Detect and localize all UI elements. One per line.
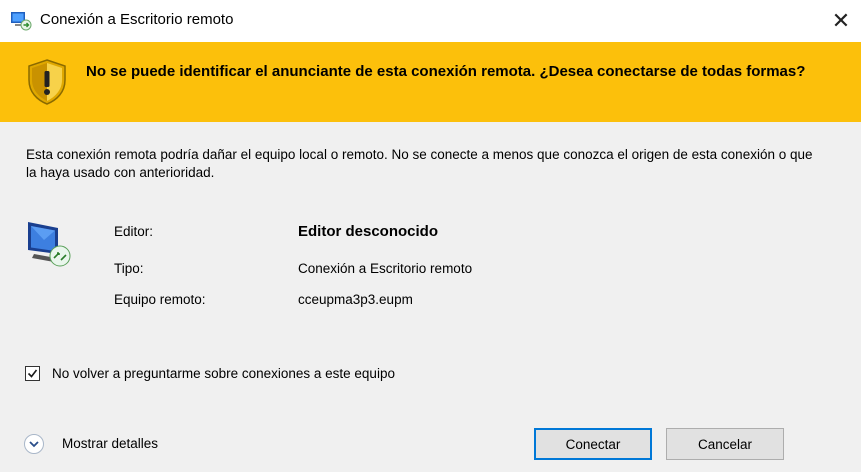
cancel-button[interactable]: Cancelar: [666, 428, 784, 460]
type-label: Tipo:: [114, 261, 144, 276]
close-icon: ✕: [831, 8, 851, 33]
remote-desktop-icon: [11, 12, 32, 31]
show-details-button[interactable]: [24, 434, 44, 454]
window-title: Conexión a Escritorio remoto: [40, 11, 234, 28]
banner-message: No se puede identificar el anunciante de…: [86, 63, 806, 80]
type-value: Conexión a Escritorio remoto: [298, 261, 473, 276]
remote-computer-label: Equipo remoto:: [114, 292, 206, 307]
remote-computer-value: cceupma3p3.eupm: [298, 292, 413, 307]
chevron-down-icon: [29, 441, 39, 448]
remote-computer-icon: [28, 222, 71, 267]
connect-button[interactable]: Conectar: [534, 428, 652, 460]
close-button[interactable]: ✕: [821, 0, 861, 42]
editor-value: Editor desconocido: [298, 223, 439, 240]
warning-message: Esta conexión remota podría dañar el equ…: [26, 147, 813, 180]
dont-ask-label[interactable]: No volver a preguntarme sobre conexiones…: [52, 366, 395, 381]
editor-label: Editor:: [114, 224, 154, 239]
checkmark-icon: [27, 369, 38, 378]
show-details-label[interactable]: Mostrar detalles: [62, 436, 158, 451]
shield-warning-icon: [28, 59, 66, 105]
warning-banner: No se puede identificar el anunciante de…: [0, 42, 861, 122]
title-bar: Conexión a Escritorio remoto ✕: [0, 0, 861, 42]
dont-ask-checkbox[interactable]: [25, 366, 40, 381]
